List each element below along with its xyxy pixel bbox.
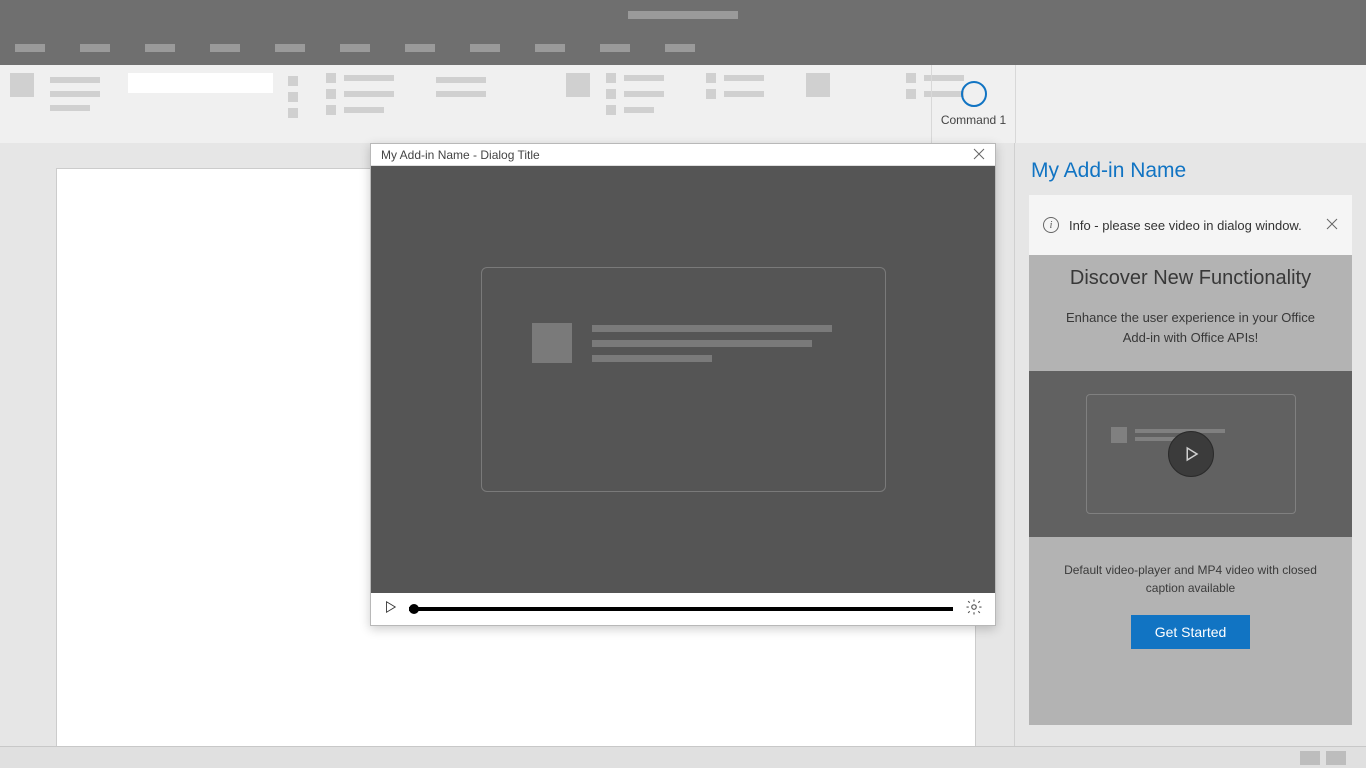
dialog-close-button[interactable] xyxy=(973,147,985,163)
dialog-settings-button[interactable] xyxy=(965,598,983,621)
ribbon-placeholder[interactable] xyxy=(50,105,90,111)
ribbon-placeholder[interactable] xyxy=(606,73,616,83)
tab-placeholder[interactable] xyxy=(665,44,695,52)
taskpane-info-close-button[interactable] xyxy=(1326,217,1338,233)
dialog-video-frame xyxy=(481,267,886,492)
ribbon-placeholder[interactable] xyxy=(724,75,764,81)
tab-placeholder[interactable] xyxy=(340,44,370,52)
ribbon-placeholder[interactable] xyxy=(326,73,336,83)
ribbon-placeholder[interactable] xyxy=(906,73,916,83)
tab-placeholder[interactable] xyxy=(470,44,500,52)
ribbon-placeholder[interactable] xyxy=(906,89,916,99)
ribbon-placeholder[interactable] xyxy=(624,107,654,113)
ribbon-placeholder[interactable] xyxy=(706,73,716,83)
ribbon-placeholder[interactable] xyxy=(624,75,664,81)
ribbon-placeholder[interactable] xyxy=(50,91,100,97)
taskpane-caption: Default video-player and MP4 video with … xyxy=(1059,561,1322,597)
ribbon-placeholder[interactable] xyxy=(606,105,616,115)
tab-placeholder[interactable] xyxy=(15,44,45,52)
ribbon-command1-group[interactable]: Command 1 xyxy=(931,65,1016,143)
ribbon-placeholder[interactable] xyxy=(806,73,830,97)
statusbar-view-button[interactable] xyxy=(1326,751,1346,765)
close-icon xyxy=(973,148,985,160)
ribbon-placeholder[interactable] xyxy=(50,77,100,83)
ribbon-input-placeholder[interactable] xyxy=(128,73,273,93)
taskpane-info-text: Info - please see video in dialog window… xyxy=(1069,218,1316,233)
ribbon-placeholder[interactable] xyxy=(344,75,394,81)
dialog-title: My Add-in Name - Dialog Title xyxy=(381,148,540,162)
video-placeholder-square xyxy=(532,323,572,363)
ribbon-placeholder[interactable] xyxy=(326,105,336,115)
taskpane-title: My Add-in Name xyxy=(1015,143,1366,195)
tab-placeholder[interactable] xyxy=(145,44,175,52)
dialog-play-button[interactable] xyxy=(383,600,397,619)
video-placeholder-line xyxy=(592,355,712,362)
video-dialog: My Add-in Name - Dialog Title xyxy=(370,143,996,626)
dialog-video-area[interactable] xyxy=(371,166,995,593)
play-button[interactable] xyxy=(1168,431,1214,477)
ribbon-tabs xyxy=(0,30,1366,65)
dialog-progress-bar[interactable] xyxy=(409,607,953,611)
taskpane-video-thumbnail[interactable] xyxy=(1029,371,1352,537)
ribbon-placeholder[interactable] xyxy=(10,73,34,97)
play-icon xyxy=(1182,445,1200,463)
ribbon-placeholder[interactable] xyxy=(436,77,486,83)
ribbon-placeholder[interactable] xyxy=(288,92,298,102)
tab-placeholder[interactable] xyxy=(600,44,630,52)
ribbon-placeholder[interactable] xyxy=(326,89,336,99)
ribbon-placeholder[interactable] xyxy=(344,91,394,97)
statusbar xyxy=(0,746,1366,768)
get-started-button[interactable]: Get Started xyxy=(1131,615,1251,649)
taskpane-info-bar: i Info - please see video in dialog wind… xyxy=(1029,195,1352,255)
ribbon-placeholder[interactable] xyxy=(436,91,486,97)
command1-icon xyxy=(961,81,987,107)
taskpane-description: Enhance the user experience in your Offi… xyxy=(1057,308,1324,347)
statusbar-view-button[interactable] xyxy=(1300,751,1320,765)
ribbon-placeholder[interactable] xyxy=(624,91,664,97)
dialog-header: My Add-in Name - Dialog Title xyxy=(371,144,995,166)
ribbon-placeholder[interactable] xyxy=(566,73,590,97)
play-icon xyxy=(383,600,397,614)
gear-icon xyxy=(965,598,983,616)
ribbon-placeholder[interactable] xyxy=(706,89,716,99)
titlebar-placeholder xyxy=(628,11,738,19)
dialog-video-controls xyxy=(371,593,995,625)
taskpane-body: i Info - please see video in dialog wind… xyxy=(1029,195,1352,725)
ribbon-placeholder[interactable] xyxy=(288,76,298,86)
video-placeholder-line xyxy=(592,325,832,332)
info-icon: i xyxy=(1043,217,1059,233)
video-placeholder-square xyxy=(1111,427,1127,443)
ribbon-placeholder[interactable] xyxy=(606,89,616,99)
taskpane-heading: Discover New Functionality xyxy=(1029,267,1352,290)
ribbon-placeholder[interactable] xyxy=(344,107,384,113)
video-placeholder-line xyxy=(592,340,812,347)
ribbon-placeholder[interactable] xyxy=(724,91,764,97)
ribbon-placeholder[interactable] xyxy=(288,108,298,118)
tab-placeholder[interactable] xyxy=(275,44,305,52)
tab-placeholder[interactable] xyxy=(210,44,240,52)
tab-placeholder[interactable] xyxy=(80,44,110,52)
taskpane: My Add-in Name i Info - please see video… xyxy=(1014,143,1366,746)
app-titlebar xyxy=(0,0,1366,30)
tab-placeholder[interactable] xyxy=(405,44,435,52)
ribbon: Command 1 xyxy=(0,65,1366,143)
tab-placeholder[interactable] xyxy=(535,44,565,52)
command1-label: Command 1 xyxy=(941,113,1006,127)
